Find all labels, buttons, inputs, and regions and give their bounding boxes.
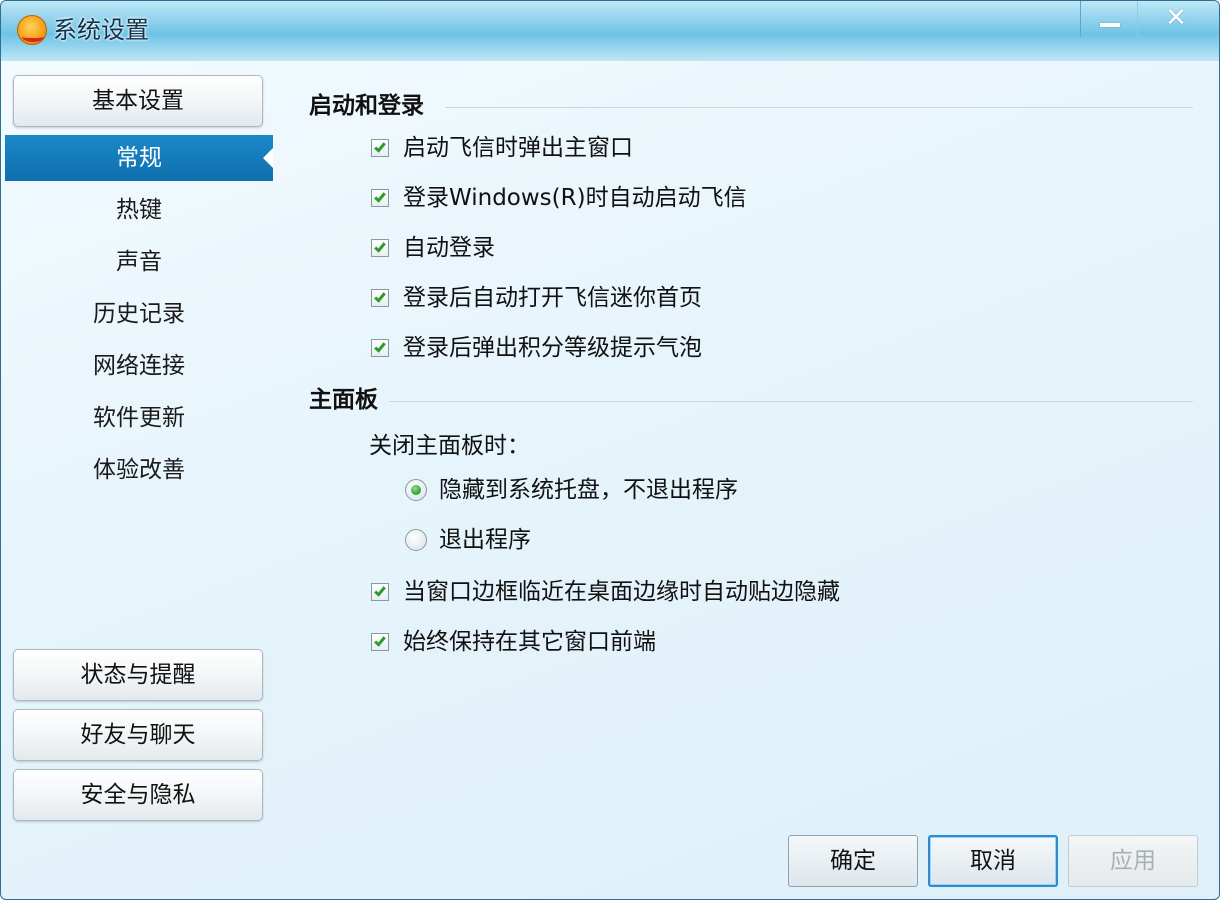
section-divider bbox=[389, 401, 1193, 402]
radio-button[interactable] bbox=[405, 479, 427, 501]
settings-window: 系统设置 ✕ 基本设置 常规 热键 声音 历史记录 网络连接 软件更新 体验改善 bbox=[0, 0, 1220, 900]
ok-button[interactable]: 确定 bbox=[788, 835, 918, 887]
group-friends-chat[interactable]: 好友与聊天 bbox=[13, 709, 263, 761]
minimize-icon bbox=[1100, 23, 1120, 27]
check-icon bbox=[374, 584, 386, 597]
check-icon bbox=[374, 340, 386, 353]
check-icon bbox=[374, 290, 386, 303]
minimize-button[interactable] bbox=[1080, 1, 1138, 37]
checkbox[interactable] bbox=[371, 139, 389, 157]
check-icon bbox=[374, 140, 386, 153]
fetion-logo-icon bbox=[17, 15, 47, 45]
sidebar-item-general[interactable]: 常规 bbox=[5, 135, 273, 181]
group-security-privacy[interactable]: 安全与隐私 bbox=[13, 769, 263, 821]
checkbox[interactable] bbox=[371, 633, 389, 651]
section-divider bbox=[445, 107, 1193, 108]
check-icon bbox=[374, 240, 386, 253]
checkbox[interactable] bbox=[371, 239, 389, 257]
section-title-main-panel: 主面板 bbox=[309, 387, 378, 413]
close-icon: ✕ bbox=[1165, 3, 1187, 33]
sidebar-item-label: 常规 bbox=[116, 145, 162, 171]
section-title-startup: 启动和登录 bbox=[309, 93, 424, 119]
sidebar-item-history[interactable]: 历史记录 bbox=[5, 291, 273, 337]
sidebar-item-hotkeys[interactable]: 热键 bbox=[5, 187, 273, 233]
sidebar-item-sound[interactable]: 声音 bbox=[5, 239, 273, 285]
title-bar[interactable]: 系统设置 ✕ bbox=[1, 1, 1219, 61]
sidebar-item-label: 体验改善 bbox=[93, 457, 185, 483]
sidebar-item-label: 历史记录 bbox=[93, 301, 185, 327]
close-button[interactable]: ✕ bbox=[1139, 1, 1211, 37]
sidebar-item-label: 网络连接 bbox=[93, 353, 185, 379]
sidebar-item-experience[interactable]: 体验改善 bbox=[5, 447, 273, 493]
check-icon bbox=[374, 634, 386, 647]
settings-content: 启动和登录 启动飞信时弹出主窗口 登录Windows(R)时自动启动飞信 自动登… bbox=[277, 63, 1217, 897]
checkbox[interactable] bbox=[371, 289, 389, 307]
window-title: 系统设置 bbox=[53, 16, 149, 44]
check-icon bbox=[374, 190, 386, 203]
radio-button[interactable] bbox=[405, 529, 427, 551]
group-basic-settings[interactable]: 基本设置 bbox=[13, 75, 263, 127]
sidebar-item-update[interactable]: 软件更新 bbox=[5, 395, 273, 441]
cancel-button[interactable]: 取消 bbox=[928, 835, 1058, 887]
sidebar-item-network[interactable]: 网络连接 bbox=[5, 343, 273, 389]
checkbox[interactable] bbox=[371, 339, 389, 357]
checkbox[interactable] bbox=[371, 189, 389, 207]
sidebar-item-label: 声音 bbox=[116, 249, 162, 275]
sidebar: 基本设置 常规 热键 声音 历史记录 网络连接 软件更新 体验改善 状态与提醒 … bbox=[5, 63, 275, 897]
group-status-reminder[interactable]: 状态与提醒 bbox=[13, 649, 263, 701]
sidebar-item-label: 热键 bbox=[116, 197, 162, 223]
apply-button[interactable]: 应用 bbox=[1068, 835, 1198, 887]
checkbox[interactable] bbox=[371, 583, 389, 601]
close-panel-label: 关闭主面板时： bbox=[369, 433, 530, 459]
radio-selected-icon bbox=[411, 485, 421, 495]
active-caret-icon bbox=[263, 148, 273, 168]
sidebar-item-label: 软件更新 bbox=[93, 405, 185, 431]
